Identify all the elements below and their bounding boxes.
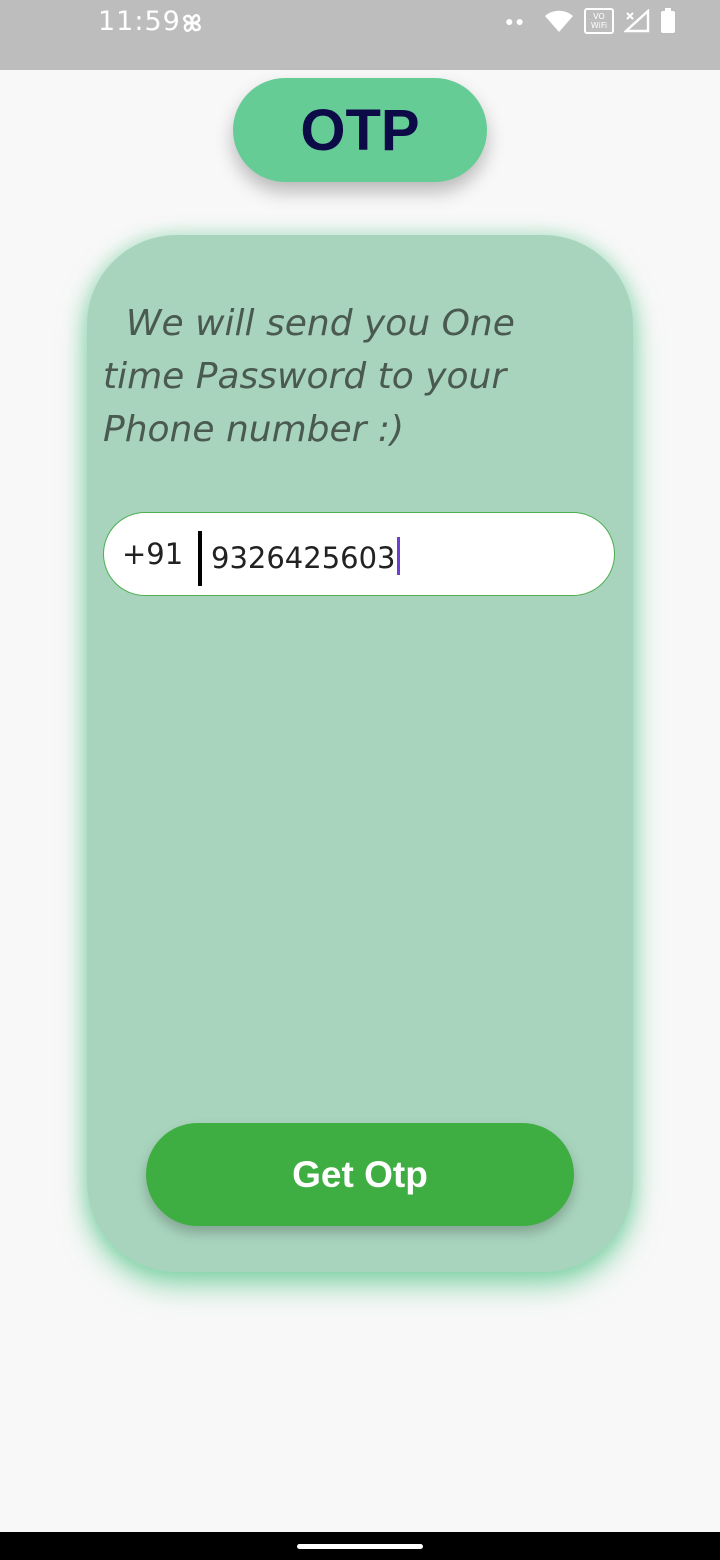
dots-icon: ●● xyxy=(505,13,526,29)
phone-number-field[interactable]: +91 9326425603 xyxy=(103,512,615,596)
phone-number-input[interactable]: 9326425603 xyxy=(211,537,400,575)
page-title: OTP xyxy=(300,97,420,163)
vowifi-top-label: VO xyxy=(593,12,605,21)
title-pill: OTP xyxy=(233,78,487,182)
card-message: We will send you One time Password to yo… xyxy=(103,303,527,450)
otp-card: We will send you One time Password to yo… xyxy=(87,235,633,1272)
signal-icon xyxy=(624,9,650,33)
wifi-icon xyxy=(545,10,573,32)
country-code-divider xyxy=(198,531,202,586)
vowifi-bottom-label: WiFi xyxy=(590,21,608,30)
get-otp-button[interactable]: Get Otp xyxy=(146,1123,574,1226)
country-code: +91 xyxy=(122,537,184,571)
text-cursor xyxy=(396,537,400,575)
status-time: 11:59 xyxy=(98,6,181,37)
status-icons: ●● VO WiFi xyxy=(505,6,676,36)
navigation-bar xyxy=(0,1532,720,1560)
home-indicator[interactable] xyxy=(297,1544,423,1549)
pinwheel-app-icon xyxy=(183,14,201,32)
status-bar: 11:59 ●● VO WiFi xyxy=(0,0,720,70)
vowifi-icon: VO WiFi xyxy=(584,8,614,34)
battery-icon xyxy=(661,8,675,33)
phone-number-value: 9326425603 xyxy=(211,541,396,575)
